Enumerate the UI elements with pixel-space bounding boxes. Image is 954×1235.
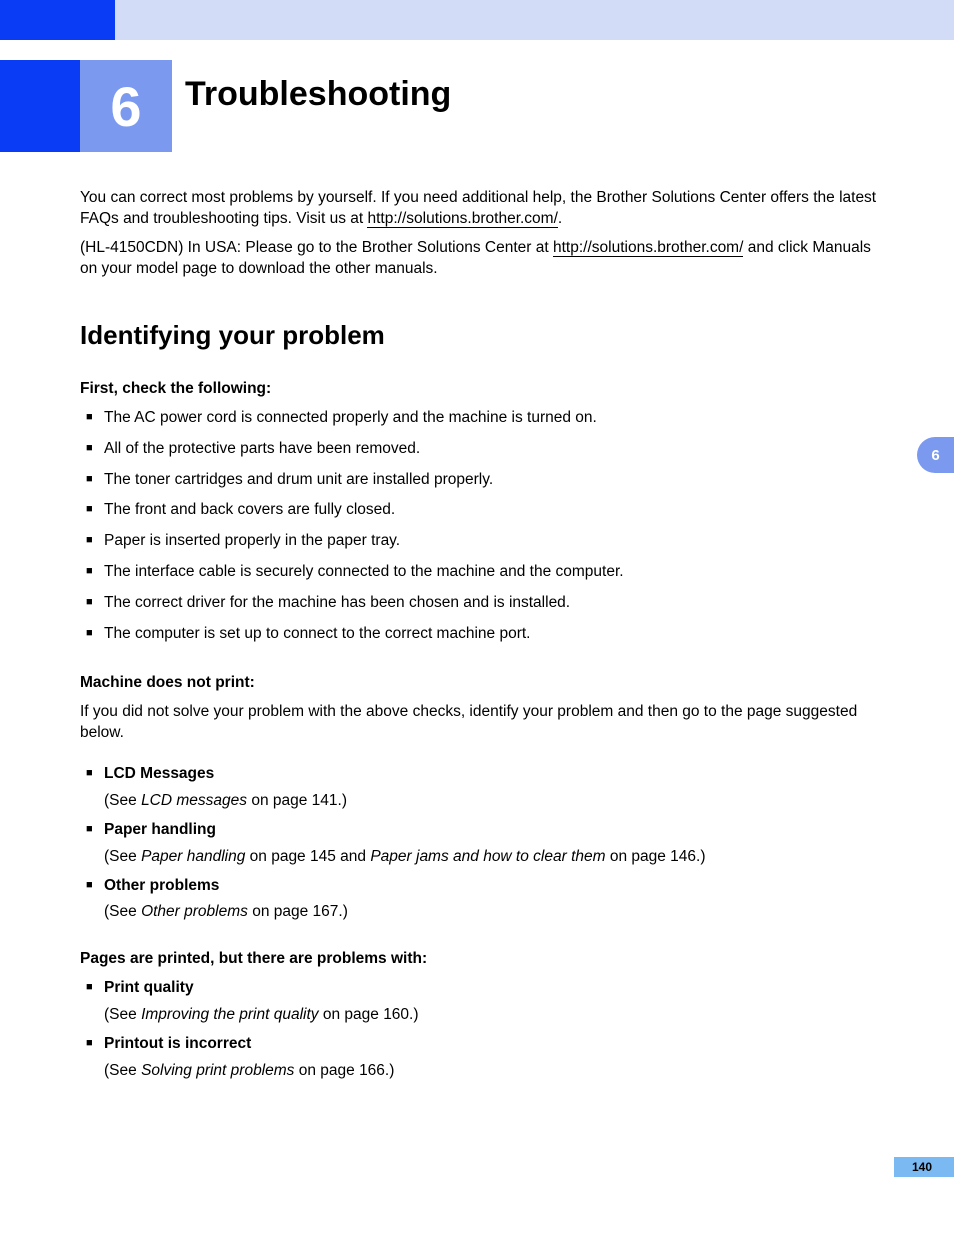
list-item: Paper handling xyxy=(86,820,880,841)
text: (See xyxy=(104,1006,141,1023)
page-number: 140 xyxy=(912,1160,932,1174)
ref-paper: (See Paper handling on page 145 and Pape… xyxy=(80,847,880,868)
solutions-link-2[interactable]: http://solutions.brother.com/ xyxy=(553,239,743,257)
item-title: Printout is incorrect xyxy=(104,1035,251,1052)
list-item: The interface cable is securely connecte… xyxy=(86,562,880,583)
list-item: The front and back covers are fully clos… xyxy=(86,500,880,521)
text: (See xyxy=(104,903,141,920)
noprint-list: Other problems xyxy=(80,876,880,897)
chapter-left-strip xyxy=(0,60,80,152)
subheading-noprint: Machine does not print: xyxy=(80,673,880,694)
list-item: The toner cartridges and drum unit are i… xyxy=(86,470,880,491)
chapter-number-box: 6 xyxy=(80,60,172,152)
ref-other: (See Other problems on page 167.) xyxy=(80,902,880,923)
ref-quality: (See Improving the print quality on page… xyxy=(80,1005,880,1026)
list-item: LCD Messages xyxy=(86,764,880,785)
subheading-checks: First, check the following: xyxy=(80,379,880,400)
section-heading: Identifying your problem xyxy=(80,318,880,353)
list-item: Other problems xyxy=(86,876,880,897)
ref-incorrect: (See Solving print problems on page 166.… xyxy=(80,1061,880,1082)
chapter-title: Troubleshooting xyxy=(185,75,451,114)
check-list: The AC power cord is connected properly … xyxy=(80,408,880,645)
ref-lcd: (See LCD messages on page 141.) xyxy=(80,791,880,812)
list-item: The computer is set up to connect to the… xyxy=(86,624,880,645)
solutions-link-1[interactable]: http://solutions.brother.com/ xyxy=(367,210,557,228)
text: on page 166.) xyxy=(294,1062,394,1079)
list-item: The AC power cord is connected properly … xyxy=(86,408,880,429)
intro-paragraph-2: (HL-4150CDN) In USA: Please go to the Br… xyxy=(80,238,880,280)
page-number-box: 140 xyxy=(894,1157,954,1177)
side-tab-number: 6 xyxy=(931,447,939,464)
item-title: LCD Messages xyxy=(104,765,214,782)
header-left-accent xyxy=(0,0,115,40)
pages-list: Print quality xyxy=(80,978,880,999)
text: on page 160.) xyxy=(319,1006,419,1023)
text: on page 146.) xyxy=(606,848,706,865)
ref-italic: Paper jams and how to clear them xyxy=(370,848,605,865)
ref-italic: Solving print problems xyxy=(141,1062,294,1079)
list-item: Print quality xyxy=(86,978,880,999)
text: on page 141.) xyxy=(247,792,347,809)
header-band xyxy=(115,0,954,40)
text: (See xyxy=(104,792,141,809)
text: on page 167.) xyxy=(248,903,348,920)
subheading-pages: Pages are printed, but there are problem… xyxy=(80,949,880,970)
side-tab: 6 xyxy=(917,437,954,473)
pages-list: Printout is incorrect xyxy=(80,1034,880,1055)
intro-paragraph-1: You can correct most problems by yoursel… xyxy=(80,188,880,230)
item-title: Other problems xyxy=(104,877,219,894)
text: (HL-4150CDN) In USA: Please go to the Br… xyxy=(80,239,553,256)
chapter-number: 6 xyxy=(110,74,141,139)
noprint-text: If you did not solve your problem with t… xyxy=(80,702,880,744)
text: on page 145 and xyxy=(245,848,370,865)
list-item: Printout is incorrect xyxy=(86,1034,880,1055)
ref-italic: LCD messages xyxy=(141,792,247,809)
noprint-list: LCD Messages xyxy=(80,764,880,785)
ref-italic: Paper handling xyxy=(141,848,245,865)
ref-italic: Other problems xyxy=(141,903,248,920)
list-item: All of the protective parts have been re… xyxy=(86,439,880,460)
ref-italic: Improving the print quality xyxy=(141,1006,318,1023)
text: (See xyxy=(104,848,141,865)
noprint-list: Paper handling xyxy=(80,820,880,841)
item-title: Print quality xyxy=(104,979,194,996)
text: . xyxy=(558,210,562,227)
item-title: Paper handling xyxy=(104,821,216,838)
text: (See xyxy=(104,1062,141,1079)
page-content: You can correct most problems by yoursel… xyxy=(80,188,880,1090)
list-item: The correct driver for the machine has b… xyxy=(86,593,880,614)
list-item: Paper is inserted properly in the paper … xyxy=(86,531,880,552)
